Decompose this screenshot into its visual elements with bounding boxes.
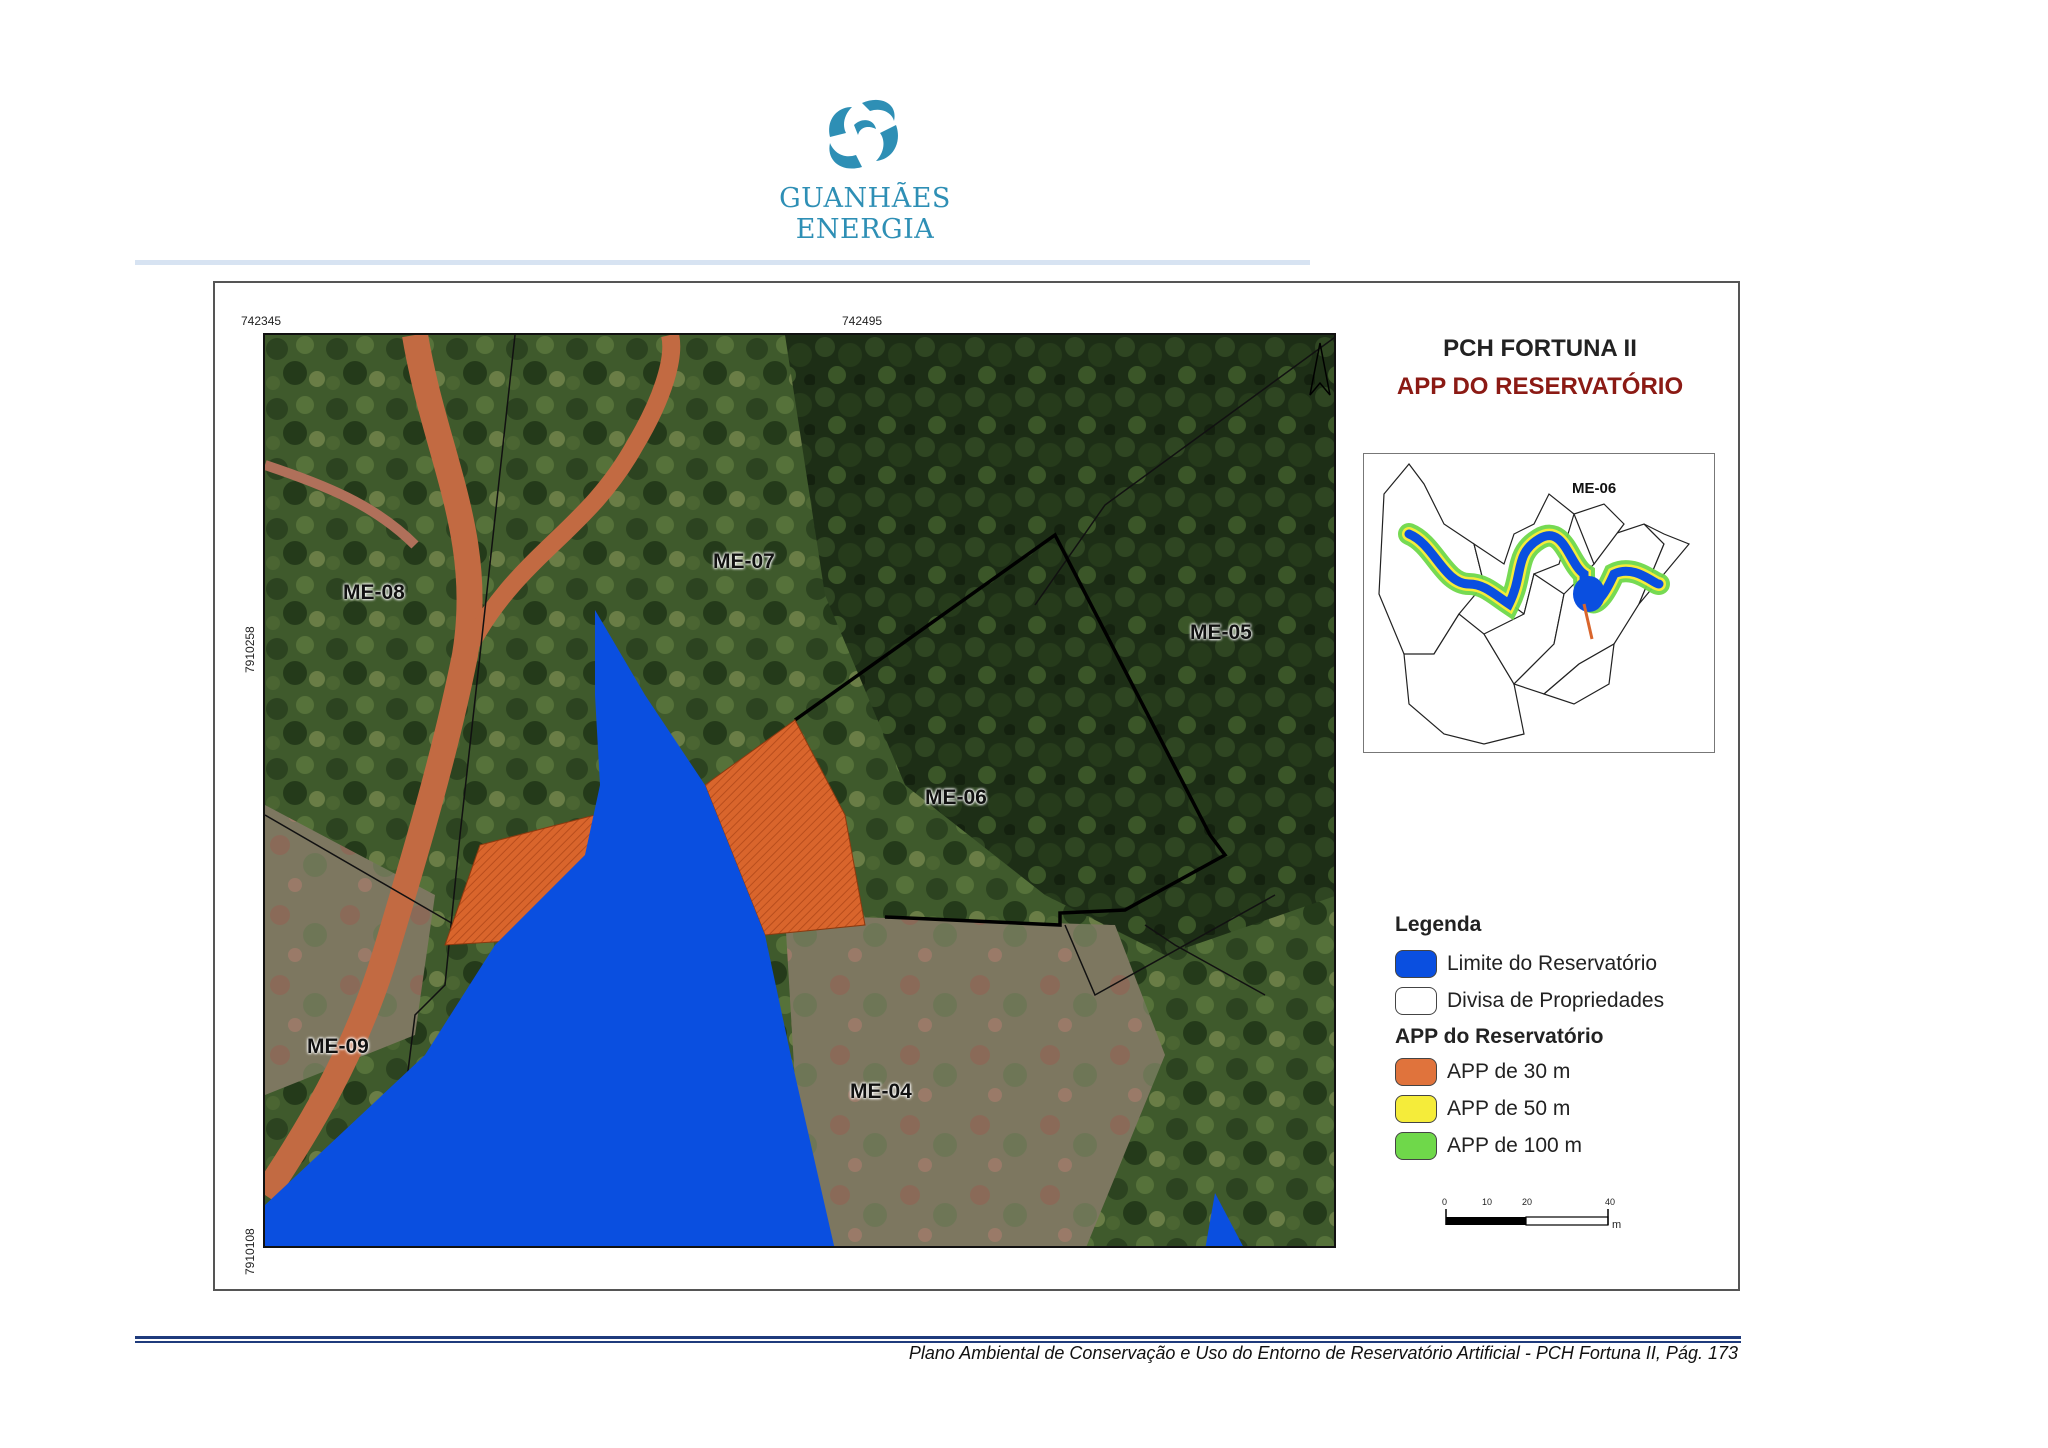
satellite-map[interactable]: ME-08 ME-07 ME-05 ME-06 ME-09 ME-04 xyxy=(263,333,1336,1248)
legend-label: Divisa de Propriedades xyxy=(1447,988,1665,1012)
legend-item-app100: APP de 100 m xyxy=(1395,1127,1725,1164)
scale-tick: 40 xyxy=(1605,1197,1616,1207)
inset-overview-map[interactable]: ME-06 xyxy=(1363,453,1715,753)
app50-swatch xyxy=(1395,1094,1437,1123)
property-label-me04: ME-04 xyxy=(850,1080,912,1103)
scale-unit: m xyxy=(1612,1219,1622,1231)
legend-label: Limite do Reservatório xyxy=(1447,951,1658,975)
logo-swirl-icon xyxy=(829,99,898,169)
footer-caption: Plano Ambiental de Conservação e Uso do … xyxy=(908,1343,1738,1363)
coord-x-mid: 742495 xyxy=(842,314,883,328)
scale-tick: 20 xyxy=(1522,1197,1533,1207)
map-legend: Legenda Limite do Reservatório Divisa de… xyxy=(1395,913,1725,1164)
reservoir-swatch xyxy=(1395,949,1437,978)
map-title: PCH FORTUNA II xyxy=(1443,335,1637,362)
inset-label: ME-06 xyxy=(1572,480,1617,497)
boundary-swatch xyxy=(1395,986,1437,1015)
coord-y-upper: 7910258 xyxy=(243,626,257,673)
logo-text: GUANHÃES ENERGIA xyxy=(779,183,951,245)
map-title-block: PCH FORTUNA II APP DO RESERVATÓRIO xyxy=(1370,335,1710,401)
legend-item-property-boundary: Divisa de Propriedades xyxy=(1395,982,1725,1019)
legend-label: APP de 100 m xyxy=(1447,1133,1583,1157)
scale-tick: 0 xyxy=(1442,1197,1448,1207)
legend-label: APP de 30 m xyxy=(1447,1059,1571,1083)
property-label-me06: ME-06 xyxy=(925,786,987,809)
inset-map-drawing xyxy=(1378,463,1690,745)
header-divider xyxy=(135,260,1310,265)
property-label-me09: ME-09 xyxy=(307,1035,369,1058)
scale-bar: 0 10 20 40 m xyxy=(1442,1197,1645,1247)
map-subtitle: APP DO RESERVATÓRIO xyxy=(1396,373,1684,400)
legend-item-app30: APP de 30 m xyxy=(1395,1053,1725,1090)
coord-y-lower: 7910108 xyxy=(243,1228,257,1275)
legend-item-reservoir: Limite do Reservatório xyxy=(1395,945,1725,982)
satellite-imagery xyxy=(265,335,1334,1246)
footer-divider xyxy=(135,1336,1741,1339)
property-label-me05: ME-05 xyxy=(1190,621,1252,644)
legend-item-app50: APP de 50 m xyxy=(1395,1090,1725,1127)
coord-x-left: 742345 xyxy=(241,314,282,328)
scale-tick: 10 xyxy=(1482,1197,1493,1207)
legend-app-title: APP do Reservatório xyxy=(1395,1025,1604,1048)
company-logo: GUANHÃES ENERGIA xyxy=(730,95,1000,245)
property-label-me08: ME-08 xyxy=(343,581,405,604)
legend-label: APP de 50 m xyxy=(1447,1096,1571,1120)
property-label-me07: ME-07 xyxy=(713,550,775,573)
legend-title: Legenda xyxy=(1395,913,1482,936)
app30-swatch xyxy=(1395,1057,1437,1086)
app100-swatch xyxy=(1395,1131,1437,1160)
